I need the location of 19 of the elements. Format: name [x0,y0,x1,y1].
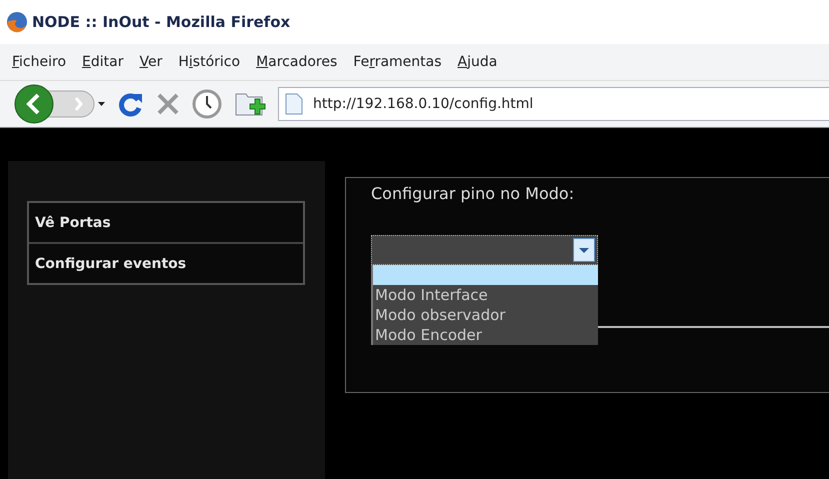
window-title: NODE :: InOut - Mozilla Firefox [32,13,290,31]
mode-dropdown[interactable] [371,235,598,265]
sidebar-item[interactable]: Configurar eventos [29,242,303,283]
menu-item[interactable]: Marcadores [250,52,344,72]
menu-item[interactable]: Histórico [172,52,246,72]
menu-item[interactable]: Ver [134,52,168,72]
menu-item[interactable]: Editar [76,52,130,72]
stop-icon[interactable] [156,92,180,116]
address-field[interactable]: http://192.168.0.10/config.html [278,87,829,121]
menu-item[interactable]: Ajuda [452,52,504,72]
clock-icon[interactable] [192,89,222,119]
menu-item[interactable]: Ficheiro [6,52,72,72]
sidebar-item[interactable]: Vê Portas [29,203,303,242]
menu-item[interactable]: Ferramentas [347,52,448,72]
page-icon [285,93,303,115]
back-forward-icon[interactable] [14,84,106,124]
reload-icon[interactable] [118,91,144,117]
firefox-logo-icon [6,11,28,33]
panel-title: Configurar pino no Modo: [371,184,576,203]
